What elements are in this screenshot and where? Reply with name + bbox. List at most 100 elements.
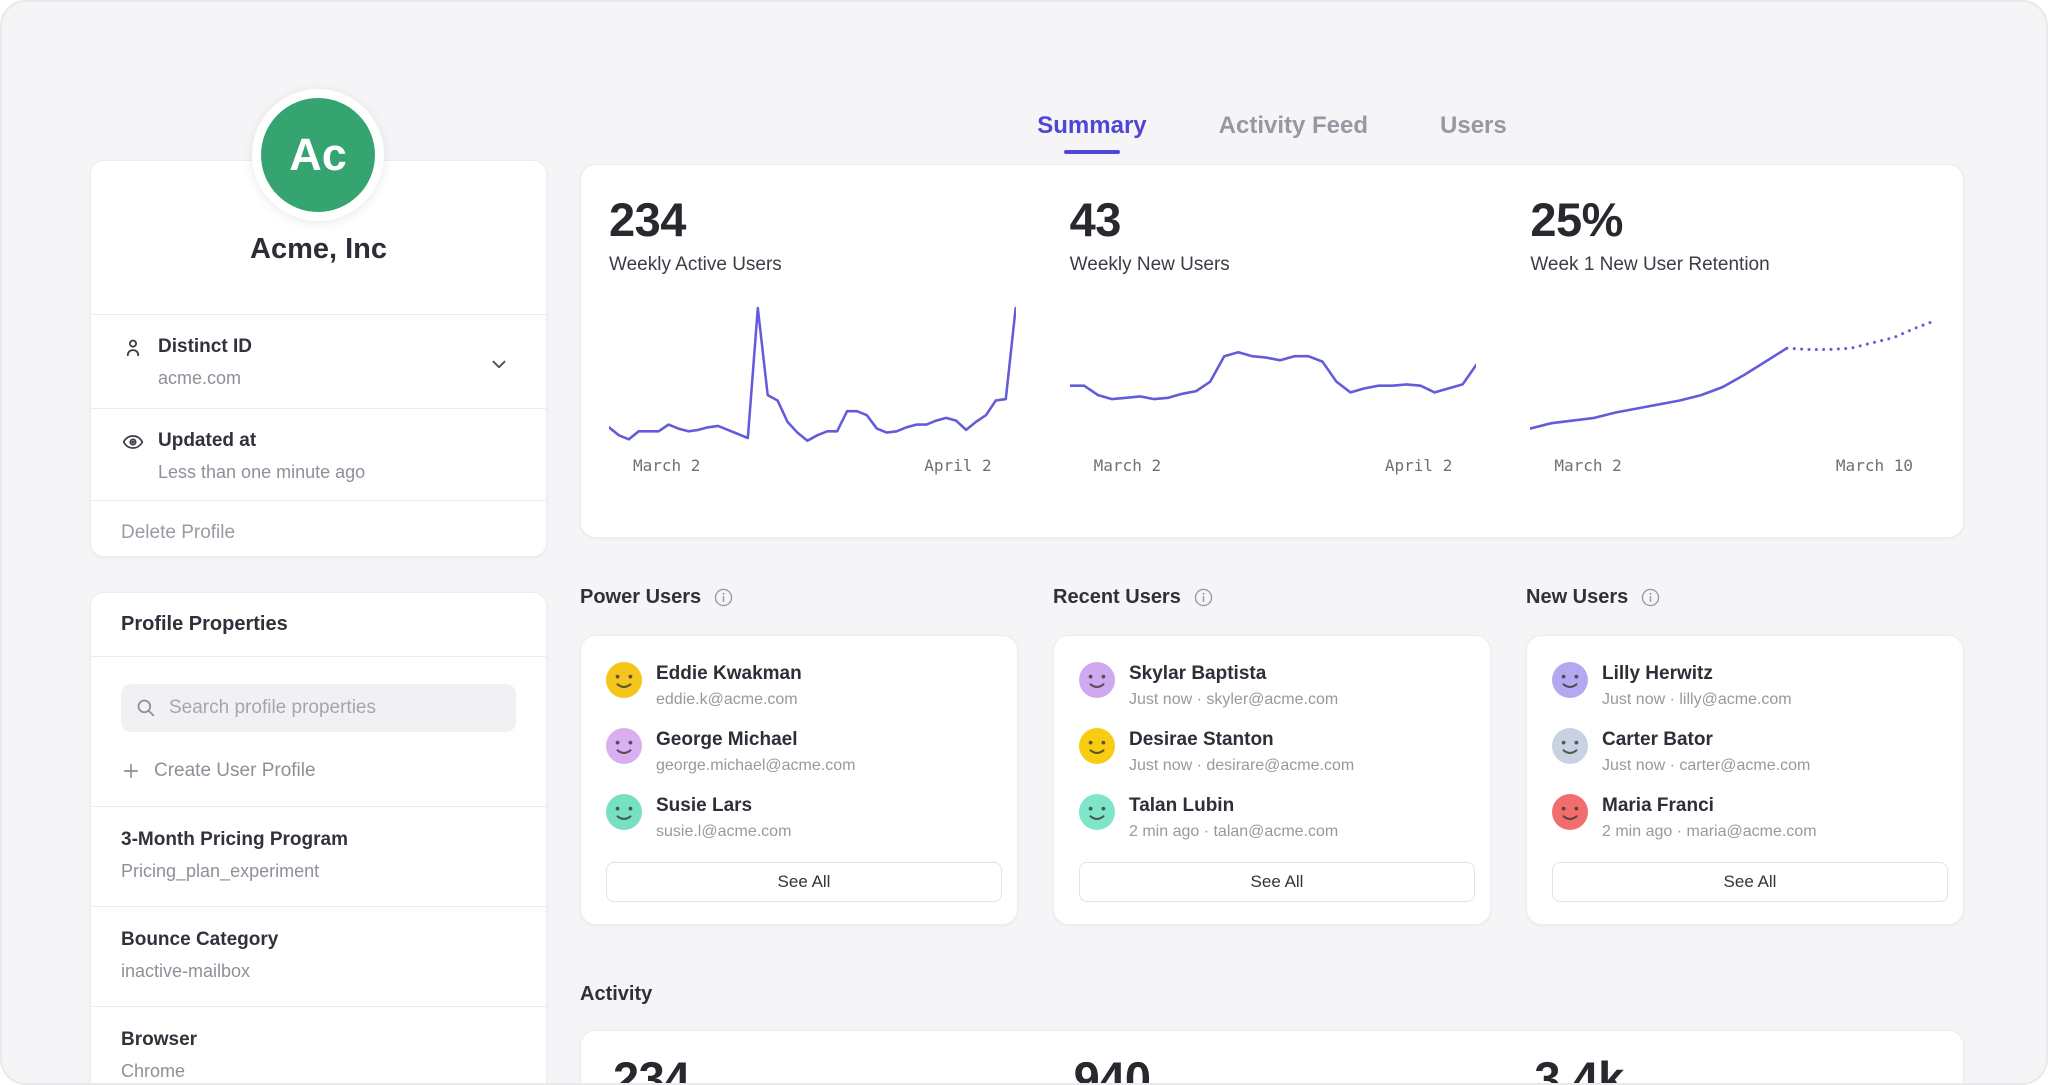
chart-line-new-users [1070, 352, 1477, 399]
user-name: George Michael [656, 728, 855, 752]
user-list-recent-users: Recent Users Skylar Baptista Just now · … [1053, 582, 1491, 925]
user-info: Desirae Stanton Just now · desirare@acme… [1129, 728, 1354, 776]
stat-value: 25% [1530, 195, 1937, 245]
line-chart [1070, 300, 1477, 450]
search-icon [135, 697, 157, 719]
user-list-power-users: Power Users Eddie Kwakman eddie.k@acme.c… [580, 582, 1018, 925]
company-initials: Ac [289, 129, 347, 181]
chart-line-retention [1530, 348, 1787, 428]
activity-stat-value: 3.4k [1502, 1051, 1963, 1085]
divider [91, 656, 546, 657]
user-avatar [1552, 662, 1588, 698]
user-meta: Just now · desirare@acme.com [1129, 756, 1354, 776]
updated-at-value: Less than one minute ago [158, 460, 486, 484]
user-card: Skylar Baptista Just now · skyler@acme.c… [1053, 635, 1491, 925]
user-info: George Michael george.michael@acme.com [656, 728, 855, 776]
list-item-lilly-herwitz[interactable]: Lilly Herwitz Just now · lilly@acme.com [1552, 662, 1948, 713]
user-avatar [1552, 728, 1588, 764]
property-value: Chrome [121, 1059, 516, 1083]
user-info: Talan Lubin 2 min ago · talan@acme.com [1129, 794, 1338, 842]
x-axis-label-end: April 2 [1385, 456, 1452, 475]
tab-users[interactable]: Users [1440, 112, 1507, 154]
stat-column-weekly-active-users: 234 Weekly Active Users March 2 April 2 [581, 165, 1042, 537]
see-all-button[interactable]: See All [1552, 862, 1948, 902]
stat-value: 43 [1070, 195, 1477, 245]
user-meta: susie.l@acme.com [656, 822, 791, 842]
activity-section-title: Activity [580, 983, 652, 1006]
avatar-face [1079, 794, 1115, 830]
profile-properties-list: 3-Month Pricing Program Pricing_plan_exp… [91, 807, 546, 1085]
list-item-skylar-baptista[interactable]: Skylar Baptista Just now · skyler@acme.c… [1079, 662, 1475, 713]
avatar-face [1079, 662, 1115, 698]
chart-line-active-users [609, 308, 1016, 441]
profile-properties-search[interactable] [121, 684, 516, 732]
stat-label: Weekly New Users [1070, 254, 1477, 276]
see-all-button[interactable]: See All [606, 862, 1002, 902]
person-icon [121, 336, 145, 360]
property-value: Pricing_plan_experiment [121, 859, 516, 883]
list-item-desirae-stanton[interactable]: Desirae Stanton Just now · desirare@acme… [1079, 728, 1475, 779]
distinct-id-value: acme.com [158, 366, 486, 390]
user-name: Susie Lars [656, 794, 791, 818]
info-icon[interactable] [1640, 587, 1661, 608]
stat-value: 234 [609, 195, 1016, 245]
distinct-id-row[interactable]: Distinct ID acme.com [91, 315, 546, 408]
user-info: Skylar Baptista Just now · skyler@acme.c… [1129, 662, 1338, 710]
line-chart [609, 300, 1016, 450]
x-axis-label-end: April 2 [924, 456, 991, 475]
user-meta: 2 min ago · talan@acme.com [1129, 822, 1338, 842]
eye-icon [121, 430, 145, 454]
activity-grid: 2349403.4k [581, 1031, 1963, 1085]
property-row-3-month-pricing-program[interactable]: 3-Month Pricing Program Pricing_plan_exp… [91, 807, 546, 906]
info-icon[interactable] [1193, 587, 1214, 608]
list-item-george-michael[interactable]: George Michael george.michael@acme.com [606, 728, 1002, 779]
list-item-carter-bator[interactable]: Carter Bator Just now · carter@acme.com [1552, 728, 1948, 779]
x-axis-labels: March 2 April 2 [1070, 450, 1477, 475]
user-avatar [1079, 662, 1115, 698]
property-name: Browser [121, 1027, 516, 1052]
plus-icon [121, 761, 141, 781]
user-avatar [1552, 794, 1588, 830]
tab-activity-feed[interactable]: Activity Feed [1219, 112, 1368, 154]
create-user-profile-button[interactable]: Create User Profile [121, 758, 516, 784]
avatar-face [606, 662, 642, 698]
activity-stat-value: 234 [581, 1051, 1042, 1085]
property-row-bounce-category[interactable]: Bounce Category inactive-mailbox [91, 907, 546, 1006]
user-meta: 2 min ago · maria@acme.com [1602, 822, 1817, 842]
list-item-eddie-kwakman[interactable]: Eddie Kwakman eddie.k@acme.com [606, 662, 1002, 713]
delete-profile-button[interactable]: Delete Profile [91, 501, 546, 565]
user-info: Susie Lars susie.l@acme.com [656, 794, 791, 842]
company-avatar: Ac [252, 89, 384, 221]
user-name: Talan Lubin [1129, 794, 1338, 818]
user-card: Eddie Kwakman eddie.k@acme.com George Mi… [580, 635, 1018, 925]
user-list-new-users: New Users Lilly Herwitz Just now · lilly… [1526, 582, 1964, 925]
user-name: Skylar Baptista [1129, 662, 1338, 686]
overview-card: 234 Weekly Active Users March 2 April 2 … [580, 164, 1964, 538]
tab-summary[interactable]: Summary [1037, 112, 1146, 154]
chevron-down-icon[interactable] [488, 353, 510, 375]
list-item-talan-lubin[interactable]: Talan Lubin 2 min ago · talan@acme.com [1079, 794, 1475, 845]
property-row-browser[interactable]: Browser Chrome [91, 1007, 546, 1085]
user-avatar [1079, 794, 1115, 830]
x-axis-label-end: March 10 [1836, 456, 1913, 475]
search-input[interactable] [167, 696, 502, 720]
property-name: Bounce Category [121, 927, 516, 952]
user-meta: Just now · lilly@acme.com [1602, 690, 1792, 710]
see-all-button[interactable]: See All [1079, 862, 1475, 902]
user-meta: Just now · carter@acme.com [1602, 756, 1810, 776]
x-axis-label-start: March 2 [1094, 456, 1161, 475]
tab-bar: Summary Activity Feed Users [580, 112, 1964, 154]
activity-stat-value: 940 [1042, 1051, 1503, 1085]
avatar-face [606, 794, 642, 830]
list-title: New Users [1526, 586, 1628, 609]
user-meta: Just now · skyler@acme.com [1129, 690, 1338, 710]
x-axis-label-start: March 2 [633, 456, 700, 475]
list-item-susie-lars[interactable]: Susie Lars susie.l@acme.com [606, 794, 1002, 845]
distinct-id-label: Distinct ID [158, 334, 486, 359]
list-header: Power Users [580, 582, 1018, 612]
avatar-face [1552, 794, 1588, 830]
list-item-maria-franci[interactable]: Maria Franci 2 min ago · maria@acme.com [1552, 794, 1948, 845]
user-meta: george.michael@acme.com [656, 756, 855, 776]
info-icon[interactable] [713, 587, 734, 608]
x-axis-labels: March 2 March 10 [1530, 450, 1937, 475]
